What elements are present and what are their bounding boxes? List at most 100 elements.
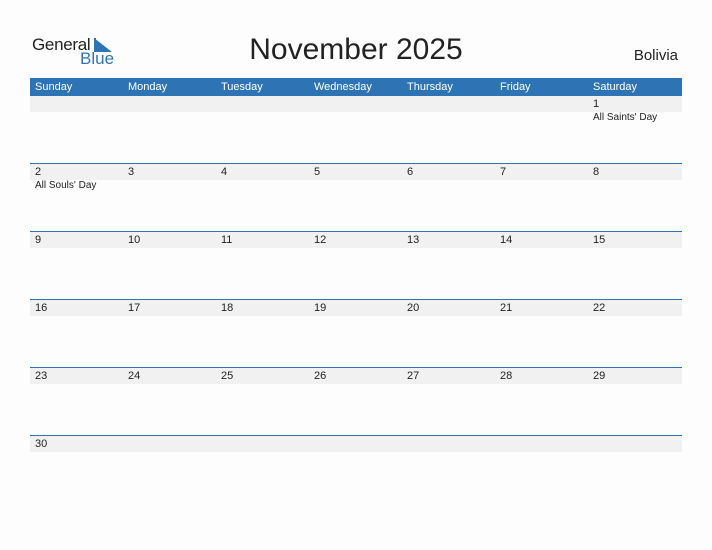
day-cell: 19: [309, 300, 402, 316]
day-number: 2: [35, 166, 42, 178]
day-number: [500, 96, 588, 112]
day-cell: 23: [30, 368, 123, 384]
week-row: 23 24 25 26 27 28 29: [30, 367, 682, 435]
day-cell: 1 All Saints' Day: [588, 96, 681, 124]
day-number: [500, 436, 588, 452]
day-cell: [309, 96, 402, 124]
day-number: [314, 96, 402, 112]
day-number: 26: [314, 370, 327, 382]
day-number: 7: [500, 166, 507, 178]
day-number: [593, 436, 681, 452]
day-cell: 29: [588, 368, 681, 384]
day-number: 25: [221, 370, 234, 382]
day-number: 24: [128, 370, 141, 382]
day-cell: 14: [495, 232, 588, 248]
day-number: 11: [221, 234, 233, 246]
day-cell: 18: [216, 300, 309, 316]
day-number: 10: [128, 234, 141, 246]
day-cell: 10: [123, 232, 216, 248]
day-number: 16: [35, 302, 48, 314]
day-cell: [402, 436, 495, 452]
day-cell: [588, 436, 681, 452]
day-cell: 15: [588, 232, 681, 248]
day-cell: 11: [216, 232, 309, 248]
day-number: 17: [128, 302, 141, 314]
day-cell: 28: [495, 368, 588, 384]
day-number: 20: [407, 302, 420, 314]
weekday-monday: Monday: [128, 81, 168, 93]
day-number: [407, 96, 495, 112]
country-label: Bolivia: [633, 47, 678, 64]
day-cell: 13: [402, 232, 495, 248]
day-number: [35, 96, 123, 112]
day-number: 27: [407, 370, 420, 382]
day-cell: [123, 96, 216, 124]
day-cell: 6: [402, 164, 495, 192]
calendar-title: November 2025: [249, 33, 463, 66]
day-number: 15: [593, 234, 606, 246]
day-cell: 4: [216, 164, 309, 192]
day-cell: 17: [123, 300, 216, 316]
day-cell: 26: [309, 368, 402, 384]
day-number: [128, 96, 216, 112]
day-number: 21: [500, 302, 513, 314]
weekday-header: Sunday Monday Tuesday Wednesday Thursday…: [30, 78, 682, 96]
day-cell: 5: [309, 164, 402, 192]
day-cell: [495, 96, 588, 124]
day-cell: [216, 436, 309, 452]
day-number: 8: [593, 166, 600, 178]
week-row: 1 All Saints' Day: [30, 96, 682, 163]
day-number: 23: [35, 370, 48, 382]
day-number: 4: [221, 166, 228, 178]
week-row: 9 10 11 12 13 14 15: [30, 231, 682, 299]
day-cell: 24: [123, 368, 216, 384]
day-cell: 21: [495, 300, 588, 316]
day-number: 9: [35, 234, 42, 246]
day-number: 18: [221, 302, 234, 314]
day-cell: 3: [123, 164, 216, 192]
holiday-label: All Saints' Day: [593, 112, 658, 123]
weekday-wednesday: Wednesday: [314, 81, 372, 93]
day-cell: 22: [588, 300, 681, 316]
calendar-grid: Sunday Monday Tuesday Wednesday Thursday…: [30, 78, 682, 503]
day-number: 14: [500, 234, 513, 246]
holiday-label: All Souls' Day: [35, 180, 97, 191]
day-number: [407, 436, 495, 452]
day-number: 3: [128, 166, 135, 178]
weekday-friday: Friday: [500, 81, 531, 93]
day-cell: 12: [309, 232, 402, 248]
day-cell: 8: [588, 164, 681, 192]
weekday-saturday: Saturday: [593, 81, 638, 93]
day-cell: [495, 436, 588, 452]
day-cell: 2 All Souls' Day: [30, 164, 123, 192]
day-number: 1: [593, 98, 600, 110]
day-cell: 25: [216, 368, 309, 384]
day-cell: 30: [30, 436, 123, 452]
day-number: 22: [593, 302, 606, 314]
day-number: 19: [314, 302, 327, 314]
day-number: [314, 436, 402, 452]
day-number: 30: [35, 438, 48, 450]
week-row: 16 17 18 19 20 21 22: [30, 299, 682, 367]
day-cell: 20: [402, 300, 495, 316]
day-cell: 7: [495, 164, 588, 192]
day-cell: [309, 436, 402, 452]
day-number: 28: [500, 370, 513, 382]
day-cell: [30, 96, 123, 124]
day-number: 5: [314, 166, 321, 178]
weekday-thursday: Thursday: [407, 81, 453, 93]
day-cell: [402, 96, 495, 124]
day-number: 13: [407, 234, 420, 246]
day-cell: [216, 96, 309, 124]
weeks-container: 1 All Saints' Day 2 All Souls' Day 3 4 5 6 7 8 9 10…: [30, 96, 682, 503]
week-row: 30: [30, 435, 682, 503]
day-number: [221, 96, 309, 112]
weekday-tuesday: Tuesday: [221, 81, 263, 93]
day-number: 12: [314, 234, 327, 246]
day-cell: [123, 436, 216, 452]
day-number: [221, 436, 309, 452]
weekday-sunday: Sunday: [35, 81, 73, 93]
week-row: 2 All Souls' Day 3 4 5 6 7 8: [30, 163, 682, 231]
day-number: 6: [407, 166, 414, 178]
day-number: 29: [593, 370, 606, 382]
